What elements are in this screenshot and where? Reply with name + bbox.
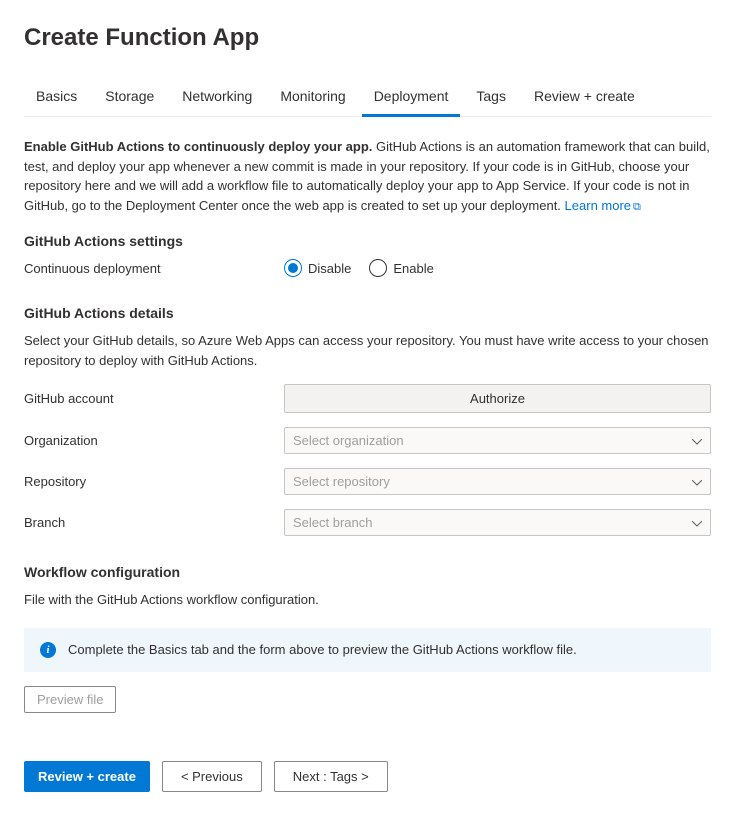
learn-more-link[interactable]: Learn more⧉: [565, 198, 641, 213]
radio-enable[interactable]: Enable: [369, 259, 433, 277]
chevron-down-icon: [692, 433, 702, 448]
org-placeholder: Select organization: [293, 433, 404, 448]
chevron-down-icon: [692, 515, 702, 530]
tab-review[interactable]: Review + create: [522, 80, 647, 117]
org-label: Organization: [24, 433, 284, 448]
repo-placeholder: Select repository: [293, 474, 390, 489]
tab-networking[interactable]: Networking: [170, 80, 264, 117]
org-select[interactable]: Select organization: [284, 427, 711, 454]
tab-monitoring[interactable]: Monitoring: [268, 80, 357, 117]
radio-circle-icon: [369, 259, 387, 277]
tab-tags[interactable]: Tags: [464, 80, 518, 117]
intro-bold: Enable GitHub Actions to continuously de…: [24, 139, 372, 154]
workflow-section-title: Workflow configuration: [24, 564, 711, 580]
page-title: Create Function App: [24, 24, 711, 52]
details-desc: Select your GitHub details, so Azure Web…: [24, 331, 711, 370]
radio-circle-icon: [284, 259, 302, 277]
branch-label: Branch: [24, 515, 284, 530]
tab-basics[interactable]: Basics: [24, 80, 89, 117]
info-text: Complete the Basics tab and the form abo…: [68, 642, 577, 657]
branch-select[interactable]: Select branch: [284, 509, 711, 536]
previous-button[interactable]: < Previous: [162, 761, 262, 792]
next-button[interactable]: Next : Tags >: [274, 761, 388, 792]
tab-storage[interactable]: Storage: [93, 80, 166, 117]
details-section-title: GitHub Actions details: [24, 305, 711, 321]
radio-disable-label: Disable: [308, 261, 351, 276]
account-label: GitHub account: [24, 391, 284, 406]
info-icon: i: [40, 642, 56, 658]
external-link-icon: ⧉: [633, 201, 641, 213]
tabs-nav: Basics Storage Networking Monitoring Dep…: [24, 80, 711, 117]
repo-select[interactable]: Select repository: [284, 468, 711, 495]
footer-actions: Review + create < Previous Next : Tags >: [24, 761, 711, 792]
radio-disable[interactable]: Disable: [284, 259, 351, 277]
settings-section-title: GitHub Actions settings: [24, 233, 711, 249]
workflow-desc: File with the GitHub Actions workflow co…: [24, 590, 711, 610]
repo-label: Repository: [24, 474, 284, 489]
preview-file-button[interactable]: Preview file: [24, 686, 116, 713]
intro-text: Enable GitHub Actions to continuously de…: [24, 137, 711, 215]
branch-placeholder: Select branch: [293, 515, 373, 530]
authorize-button[interactable]: Authorize: [284, 384, 711, 413]
chevron-down-icon: [692, 474, 702, 489]
review-create-button[interactable]: Review + create: [24, 761, 150, 792]
tab-deployment[interactable]: Deployment: [362, 80, 461, 117]
radio-enable-label: Enable: [393, 261, 433, 276]
cd-label: Continuous deployment: [24, 261, 284, 276]
info-banner: i Complete the Basics tab and the form a…: [24, 628, 711, 672]
